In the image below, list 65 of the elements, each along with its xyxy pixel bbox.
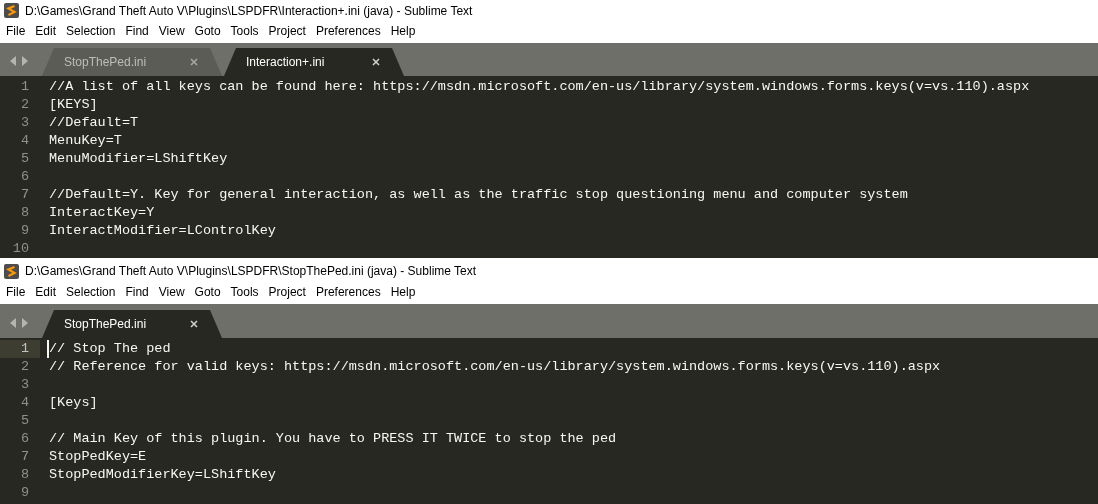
app-icon [4,3,19,19]
code-line: MenuKey=T [49,132,122,150]
menu-item[interactable]: Help [385,22,421,41]
code-line: InteractModifier=LControlKey [49,222,276,240]
menu-item[interactable]: Help [385,283,421,301]
line-number: 2 [19,96,30,114]
menu-item[interactable]: Tools [225,22,264,41]
close-icon[interactable] [372,58,380,66]
text-cursor [47,340,49,358]
code-line: // Stop The ped [49,340,171,358]
menu-item[interactable]: Project [263,283,311,301]
file-tab[interactable]: StopThePed.ini [42,310,222,338]
menu-item[interactable]: Preferences [310,22,386,41]
line-number: 4 [19,394,30,412]
line-number: 3 [19,114,30,132]
window-title: D:\Games\Grand Theft Auto V\Plugins\LSPDFR\Interaction+.ini (java) - Sublime Text [25,2,473,20]
app-icon [4,263,19,279]
code-line: MenuModifier=LShiftKey [49,150,228,168]
menu-item[interactable]: Project [263,22,311,41]
menu-item[interactable]: Tools [225,283,264,301]
line-number: 4 [19,132,30,150]
menu-item[interactable]: View [153,22,190,41]
line-number: 9 [19,484,30,502]
menu-item[interactable]: Preferences [310,283,386,301]
menu-item[interactable]: Edit [30,283,62,301]
line-number: 10 [11,240,30,258]
window-title: D:\Games\Grand Theft Auto V\Plugins\LSPDFR\StopThePed.ini (java) - Sublime Text [25,263,477,280]
line-number: 8 [19,466,30,484]
close-icon[interactable] [190,320,198,328]
code-line: [KEYS] [49,96,98,114]
menu-item[interactable]: Goto [189,283,226,301]
menu-item[interactable]: Find [120,22,154,41]
menu-item[interactable]: File [1,22,31,41]
code-line: //Default=Y. Key for general interaction, as well as the traffic stop questioning menu and computer system [49,186,908,204]
code-line: //Default=T [49,114,139,132]
line-number: 5 [19,412,30,430]
code-line: StopPedModifierKey=LShiftKey [49,466,276,484]
line-number: 9 [19,222,30,240]
line-number: 7 [19,448,30,466]
menu-item[interactable]: Selection [61,283,121,301]
code-line: [Keys] [49,394,98,412]
line-number: 2 [19,358,30,376]
line-number: 5 [19,150,30,168]
menu-item[interactable]: Goto [189,22,226,41]
menu-item[interactable]: Edit [30,22,62,41]
menu-item[interactable]: File [1,283,31,301]
line-number: 1 [0,340,40,358]
file-tab[interactable]: StopThePed.ini [42,48,222,76]
line-number: 7 [19,186,30,204]
line-number: 6 [19,168,30,186]
line-number: 8 [19,204,30,222]
code-line: StopPedKey=E [49,448,147,466]
menu-item[interactable]: View [153,283,190,301]
line-number: 1 [19,78,30,96]
code-line: //A list of all keys can be found here: https://msdn.microsoft.com/en-us/library/system.windows.forms.keys(v=vs.110).aspx [49,78,1030,96]
code-line: InteractKey=Y [49,204,155,222]
menu-item[interactable]: Find [120,283,154,301]
code-line: // Main Key of this plugin. You have to PRESS IT TWICE to stop the ped [49,430,617,448]
line-number: 6 [19,430,30,448]
code-line: // Reference for valid keys: https://msdn.microsoft.com/en-us/library/system.windows.forms.keys(v=vs.110).aspx [49,358,941,376]
file-tab[interactable]: Interaction+.ini [224,48,404,76]
tab-navigation-arrows-icon[interactable] [10,56,28,66]
line-number: 3 [19,376,30,394]
tab-navigation-arrows-icon[interactable] [10,318,28,328]
menu-item[interactable]: Selection [61,22,121,41]
